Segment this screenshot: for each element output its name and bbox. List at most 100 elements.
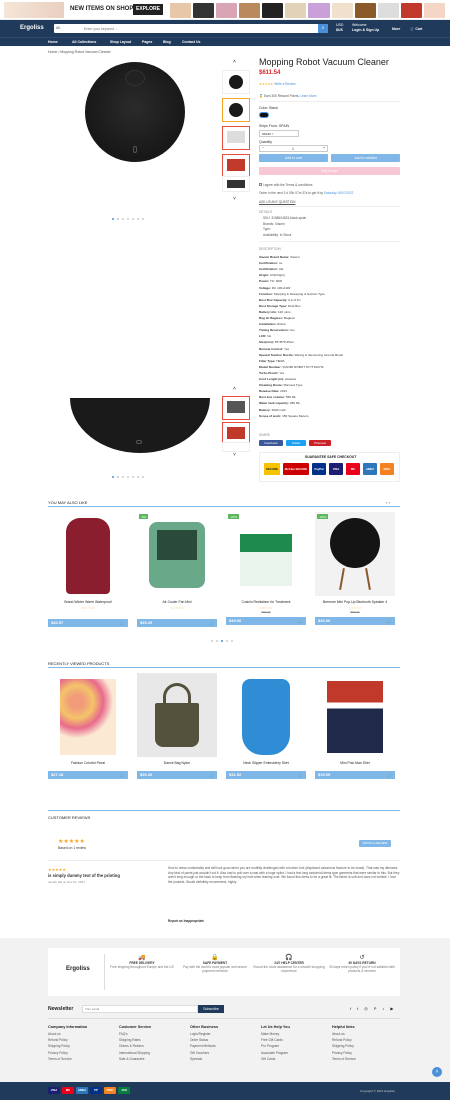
footer-link[interactable]: Specials xyxy=(190,1057,218,1061)
footer-logo[interactable]: Ergoliss xyxy=(66,966,90,972)
qty-plus-icon[interactable]: + xyxy=(323,146,325,150)
thumb-up-icon-2[interactable]: ˄ xyxy=(233,386,236,392)
nav-item-4[interactable]: Blog xyxy=(163,40,171,44)
gallery-dots-2[interactable] xyxy=(112,476,144,478)
card-price-bar[interactable]: $31.52 🛒 xyxy=(226,771,306,779)
footer-link[interactable]: Make Money xyxy=(261,1032,290,1036)
footer-link[interactable]: Shipping Rates xyxy=(119,1038,151,1042)
thumbnail-4[interactable] xyxy=(222,154,250,178)
back-to-top-button[interactable]: ˄ xyxy=(432,1067,442,1077)
search-category-select[interactable]: All xyxy=(56,26,60,30)
nav-item-3[interactable]: Pages xyxy=(142,40,152,44)
product-card[interactable]: Neck Slipper Embroidery Shirt $31.52 🛒 xyxy=(226,673,306,783)
gallery-dots[interactable] xyxy=(112,218,144,220)
color-swatch-black[interactable] xyxy=(259,112,269,118)
main-product-image[interactable] xyxy=(50,62,220,212)
share-facebook-button[interactable]: Facebook xyxy=(259,440,283,446)
footer-link[interactable]: Login/Register xyxy=(190,1032,218,1036)
write-review-button[interactable]: WRITE A REVIEW xyxy=(359,840,391,847)
footer-link[interactable]: FAQ's xyxy=(119,1032,151,1036)
currency-selector[interactable]: USD $US xyxy=(336,23,343,33)
footer-link[interactable]: Free Gift Cards xyxy=(261,1038,290,1042)
facebook-icon[interactable]: f xyxy=(350,1006,351,1011)
secondary-product-image[interactable] xyxy=(70,398,210,458)
terms-checkbox[interactable] xyxy=(259,183,262,186)
footer-link[interactable]: International Shipping xyxy=(119,1051,151,1055)
footer-link[interactable]: Gift Cards xyxy=(261,1057,290,1061)
footer-link[interactable]: Shipping Policy xyxy=(48,1044,87,1048)
footer-link[interactable]: Payment Methods xyxy=(190,1044,218,1048)
product-card[interactable]: Dance Bag Nylon $30.20 🛒 xyxy=(137,673,217,783)
breadcrumb-home[interactable]: Home xyxy=(48,50,57,54)
also-like-dots[interactable] xyxy=(211,640,233,642)
product-card[interactable]: Brand Winter Warm Waterproof ☆☆☆☆☆ $40.5… xyxy=(48,512,128,637)
nav-item-2[interactable]: Shop Layout xyxy=(110,40,131,44)
carousel-prev-icon[interactable]: ‹ › xyxy=(386,500,390,505)
footer-link[interactable]: Gift Vouchers xyxy=(190,1051,218,1055)
product-card[interactable]: Air Cooler Fan Mini ☆☆☆☆☆ $49.29 🛒 xyxy=(137,512,217,637)
footer-link[interactable]: Orders & Returns xyxy=(119,1044,151,1048)
search-icon[interactable]: ⌕ xyxy=(318,24,328,33)
card-price-bar[interactable]: $27.18 🛒 xyxy=(48,771,128,779)
footer-link[interactable]: Privacy Policy xyxy=(48,1051,87,1055)
card-price-bar[interactable]: $40.00 🛒 xyxy=(315,617,395,625)
thumb-down-icon[interactable]: ˅ xyxy=(233,196,236,202)
buy-now-button[interactable]: Buy it now xyxy=(259,167,400,175)
ships-select[interactable]: SPAIN ˅ xyxy=(259,130,299,137)
footer-link[interactable]: About us xyxy=(48,1032,87,1036)
card-price-bar[interactable]: $19.09 🛒 xyxy=(315,771,395,779)
footer-link[interactable]: Privacy Policy xyxy=(332,1051,356,1055)
search-input[interactable] xyxy=(84,25,284,32)
thumbnail-3[interactable] xyxy=(222,126,250,150)
tiktok-icon[interactable]: ♪ xyxy=(382,1006,384,1011)
footer-link[interactable]: Pro Program xyxy=(261,1044,290,1048)
footer-link[interactable]: Refund Policy xyxy=(48,1038,87,1042)
nav-item-1[interactable]: All Collections xyxy=(72,40,96,44)
banner-explore-button[interactable]: EXPLORE xyxy=(133,4,163,15)
footer-link[interactable]: Terms of Service xyxy=(48,1057,87,1061)
nav-item-5[interactable]: Contact Us xyxy=(182,40,200,44)
newsletter-email-input[interactable] xyxy=(82,1005,198,1013)
thumbnail-1[interactable] xyxy=(222,70,250,94)
footer-link[interactable]: Associate Program xyxy=(261,1051,290,1055)
card-price-bar[interactable]: $49.29 🛒 xyxy=(137,619,217,627)
ask-question-link[interactable]: ASK US ANY QUESTION xyxy=(259,200,295,204)
product-card[interactable]: Cosiclo Revitalizer for Treatment ☆☆☆☆☆ … xyxy=(226,512,306,637)
promo-banner[interactable]: NEW ITEMS ON SHOP EXPLORE xyxy=(0,0,450,20)
footer-link[interactable]: Shipping Policy xyxy=(332,1044,356,1048)
share-pinterest-button[interactable]: Pinterest xyxy=(309,440,331,446)
card-price-bar[interactable]: $40.00 🛒 xyxy=(226,617,306,625)
card-price-bar[interactable]: $40.57 🛒 xyxy=(48,619,128,627)
thumbnail-6[interactable] xyxy=(222,396,250,420)
youtube-icon[interactable]: ▶ xyxy=(390,1006,393,1011)
add-to-wishlist-button[interactable]: Add to wishlist xyxy=(331,154,400,162)
thumbnail-8[interactable] xyxy=(222,442,250,452)
footer-link[interactable]: About us xyxy=(332,1032,356,1036)
report-link[interactable]: Report as Inappropriate xyxy=(168,919,204,923)
thumbnail-2[interactable] xyxy=(222,98,250,122)
footer-link[interactable]: Terms of Service xyxy=(332,1057,356,1061)
product-card[interactable]: Mini Polo Man Shirt $19.09 🛒 xyxy=(315,673,395,783)
product-card[interactable]: Fashion Colorful Floral $27.18 🛒 xyxy=(48,673,128,783)
more-menu[interactable]: More xyxy=(392,27,400,31)
quantity-stepper[interactable]: − 1 + xyxy=(259,145,328,152)
thumb-down-icon-2[interactable]: ˅ xyxy=(233,452,236,458)
share-twitter-button[interactable]: Twitter xyxy=(286,440,306,446)
instagram-icon[interactable]: ◎ xyxy=(364,1006,368,1011)
thumbnail-5[interactable] xyxy=(222,176,250,192)
footer-link[interactable]: Refund Policy xyxy=(332,1038,356,1042)
cart-button[interactable]: 🛒 Cart xyxy=(410,27,422,31)
thumb-up-icon[interactable]: ˄ xyxy=(233,59,236,65)
learn-more-link[interactable]: Learn More. xyxy=(300,94,317,98)
product-card[interactable]: Bremore Mini Pop-Up Bluetooth Speaker 4 … xyxy=(315,512,395,637)
subscribe-button[interactable]: Subscribe xyxy=(198,1005,224,1013)
add-to-cart-button[interactable]: Add to cart xyxy=(259,154,328,162)
write-review-link[interactable]: Write a Review xyxy=(274,82,295,86)
footer-link[interactable]: Safe & Guarantee xyxy=(119,1057,151,1061)
qty-minus-icon[interactable]: − xyxy=(262,146,264,150)
footer-link[interactable]: Order Status xyxy=(190,1038,218,1042)
account-menu[interactable]: Welcome Login & Sign Up xyxy=(352,23,379,33)
site-logo[interactable]: Ergoliss xyxy=(20,25,44,31)
nav-item-0[interactable]: Home xyxy=(48,40,58,44)
twitter-icon[interactable]: t xyxy=(357,1006,358,1011)
